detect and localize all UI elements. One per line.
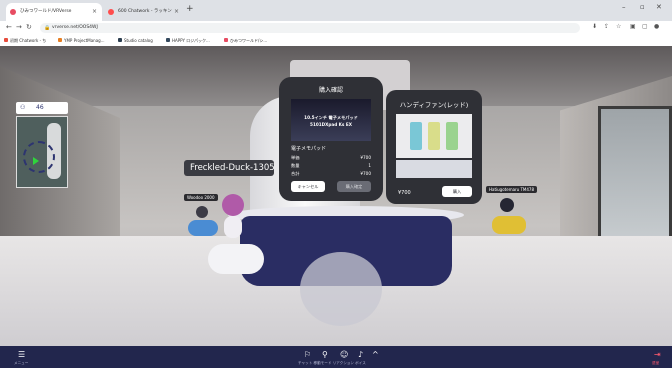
url-text: vrverse.net/OOS4WJ <box>52 25 98 30</box>
bookmark-item[interactable]: Studio catalog <box>118 36 153 45</box>
tab-vrverse[interactable]: ひみつワールド/VRVerse × <box>6 3 102 21</box>
toolbar-labels: チャット 移動モード リアクション ボイス <box>298 361 366 365</box>
menu-label: メニュー <box>14 361 29 365</box>
product-caption: 10.5インチ 電子メモパッド <box>304 115 358 120</box>
minimap-view[interactable] <box>16 116 68 188</box>
profile-icon[interactable]: ● <box>654 23 659 30</box>
product-title: ハンディファン(レッド) <box>399 101 469 109</box>
nametag-right: Hatiugotemaru TM478 <box>486 186 538 193</box>
puzzle-icon[interactable]: ▣ <box>630 23 636 30</box>
product-price: ¥700 <box>398 190 411 196</box>
avatar-body <box>224 216 242 238</box>
bookmark-item[interactable]: YMP ProjectManag... <box>58 36 105 45</box>
maximize-icon[interactable]: ▫ <box>640 3 645 11</box>
quantity-row: 数量 1 <box>291 163 371 168</box>
tab-title: 600 Chatwork - ラッキン <box>118 9 172 14</box>
bookmark-item[interactable]: HAPPY ロジパック... <box>166 36 210 45</box>
reaction-icon[interactable]: ☺ <box>340 350 348 359</box>
browser-tab-strip: ひみつワールド/VRVerse × 600 Chatwork - ラッキン × … <box>0 0 672 21</box>
product-name: 電子メモパッド <box>291 146 327 152</box>
glass-window <box>598 106 672 256</box>
minimize-icon[interactable]: – <box>622 3 626 11</box>
sidebar-icon[interactable]: ▢ <box>642 23 648 30</box>
user-count: 46 <box>36 104 44 111</box>
avatar-cloud <box>208 244 264 274</box>
product-panel: ハンディファン(レッド) ¥700 購入 <box>386 90 482 204</box>
product-caption: 5101DXpad Ks EX <box>310 122 352 127</box>
url-input[interactable]: 🔒 vrverse.net/OOS4WJ <box>40 23 580 33</box>
move-mode-icon[interactable]: ⚲ <box>322 350 328 359</box>
lock-icon: 🔒 <box>44 25 51 31</box>
purchase-title: 購入確認 <box>318 87 343 94</box>
reload-icon[interactable]: ↻ <box>26 23 32 31</box>
minimap-ring <box>23 141 55 173</box>
vrverse-favicon-icon <box>10 9 16 15</box>
minimap[interactable]: ⚇ 46 <box>16 102 68 188</box>
menu-icon[interactable]: ☰ <box>18 350 25 359</box>
close-window-icon[interactable]: ✕ <box>656 3 662 11</box>
bookmark-star-icon[interactable]: ☆ <box>616 23 621 30</box>
people-icon[interactable]: ⚇ <box>20 104 25 111</box>
cancel-button[interactable]: キャンセル <box>291 181 325 192</box>
back-icon[interactable]: ← <box>6 23 12 31</box>
buy-button[interactable]: 購入 <box>442 186 472 197</box>
tab-chatwork[interactable]: 600 Chatwork - ラッキン × <box>104 3 184 21</box>
new-tab-icon[interactable]: + <box>186 4 194 14</box>
bookmark-item[interactable]: ひみつワールド/シ... <box>224 36 267 45</box>
chevron-up-icon[interactable]: ^ <box>372 350 379 359</box>
product-image <box>396 114 472 158</box>
bookmark-item[interactable]: 初期 Chatwork - ち <box>4 36 46 45</box>
price-row: 単価 ¥700 <box>291 155 371 160</box>
leave-label: 退室 <box>652 361 660 365</box>
tab-title: ひみつワールド/VRVerse <box>20 9 72 14</box>
chatwork-favicon-icon <box>108 9 114 15</box>
address-bar: ← → ↻ 🔒 vrverse.net/OOS4WJ ⬇ ⇪ ☆ ▣ ▢ ● <box>0 21 672 35</box>
avatar-small-left[interactable] <box>186 206 220 242</box>
product-thumbnails[interactable] <box>396 160 472 178</box>
chat-icon[interactable]: ⚐ <box>304 350 311 359</box>
exit-icon[interactable]: ⇥ <box>654 350 661 359</box>
extension-icon[interactable]: ⬇ <box>592 23 597 30</box>
voice-icon[interactable]: ♪ <box>358 350 363 359</box>
total-row: 合計 ¥700 <box>291 171 371 176</box>
bottom-toolbar: ☰ メニュー ⚐ ⚲ ☺ ♪ ^ チャット 移動モード リアクション ボイス ⇥… <box>0 346 672 368</box>
close-tab-icon[interactable]: × <box>92 3 97 21</box>
purchase-confirm-panel: 購入確認 10.5インチ 電子メモパッド 5101DXpad Ks EX 電子メ… <box>279 77 383 201</box>
avatar-right[interactable] <box>486 198 530 252</box>
nametag-main: Freckled-Duck-1305... <box>184 160 274 176</box>
product-image: 10.5インチ 電子メモパッド 5101DXpad Ks EX <box>291 99 371 141</box>
movement-marker[interactable] <box>300 252 382 326</box>
confirm-purchase-button[interactable]: 購入確定 <box>337 181 371 192</box>
close-tab-icon[interactable]: × <box>174 3 179 21</box>
player-arrow-icon <box>33 157 39 165</box>
nametag-left: Woodoo 2000 <box>184 194 218 201</box>
virtual-store-viewport[interactable]: Woodoo 2000 Hatiugotemaru TM478 Freckled… <box>0 46 672 346</box>
minimap-header: ⚇ 46 <box>16 102 68 114</box>
forward-icon[interactable]: → <box>16 23 22 31</box>
share-icon[interactable]: ⇪ <box>604 23 609 30</box>
avatar-head <box>222 194 244 216</box>
